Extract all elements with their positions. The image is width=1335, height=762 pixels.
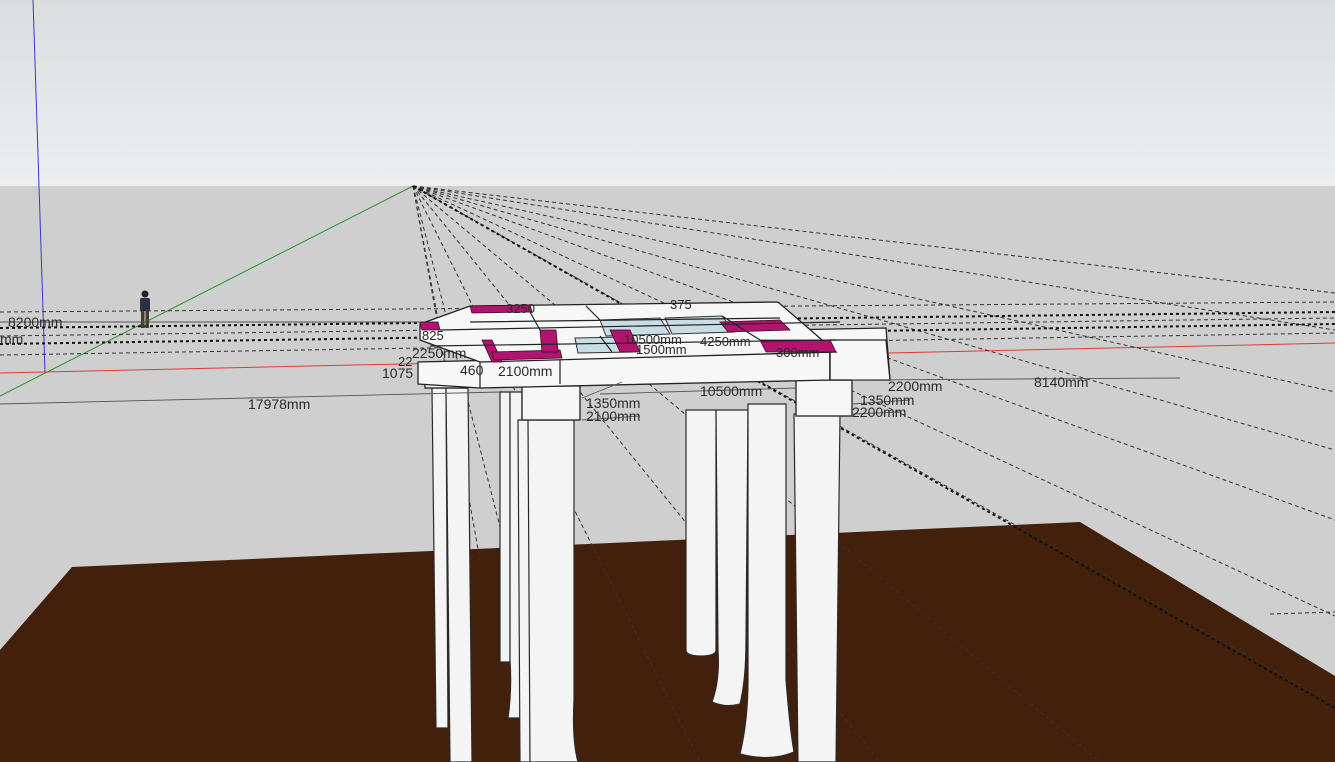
3d-model-viewport[interactable]: 8200mm mm 17978mm 2250mm 1075 460 2100mm… bbox=[0, 0, 1335, 762]
dimension-label: 375 bbox=[670, 297, 692, 312]
dimension-label: 2100mm bbox=[586, 408, 640, 424]
column bbox=[685, 409, 717, 657]
dimension-label: 1500mm bbox=[636, 342, 687, 357]
scene-canvas[interactable]: 8200mm mm 17978mm 2250mm 1075 460 2100mm… bbox=[0, 0, 1335, 762]
dimension-label: 460 bbox=[460, 362, 484, 378]
dimension-label: 22 bbox=[398, 354, 412, 369]
column bbox=[739, 403, 795, 759]
dimension-label: 17978mm bbox=[248, 396, 310, 412]
column bbox=[793, 413, 841, 762]
dimension-label: 3250 bbox=[506, 301, 535, 316]
dimension-label: 2250mm bbox=[412, 345, 466, 361]
dimension-label: 825 bbox=[422, 328, 444, 343]
column bbox=[499, 391, 511, 663]
column bbox=[445, 387, 473, 762]
column bbox=[527, 419, 579, 762]
dimension-label: mm bbox=[0, 331, 23, 347]
dimension-label: 2100mm bbox=[498, 363, 552, 379]
dimension-label: 8140mm bbox=[1034, 374, 1088, 390]
dimension-label: 10500mm bbox=[700, 383, 762, 399]
dimension-label: 4250mm bbox=[700, 334, 751, 349]
sky bbox=[0, 0, 1335, 186]
dimension-label: 2200mm bbox=[852, 404, 906, 420]
dimension-label: 300mm bbox=[776, 345, 819, 360]
dimension-label: 8200mm bbox=[8, 314, 62, 330]
